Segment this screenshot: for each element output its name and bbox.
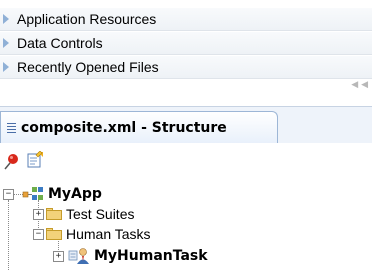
tab-structure[interactable]: composite.xml - Structure xyxy=(0,111,278,144)
tree-node-human-tasks[interactable]: − Human Tasks xyxy=(33,224,151,244)
human-task-icon xyxy=(68,247,90,265)
tree-node-label: MyApp xyxy=(48,186,102,202)
structure-tree: − MyApp + Test Suites − Human Tasks + My… xyxy=(0,182,372,275)
scroll-left-icon[interactable]: ◀ ◀ xyxy=(338,80,372,94)
accordion-recently-opened-files[interactable]: Recently Opened Files xyxy=(0,56,372,79)
collapse-toggle-icon[interactable]: − xyxy=(3,188,14,200)
expand-toggle-icon[interactable]: + xyxy=(33,208,44,220)
structure-tab-bar: composite.xml - Structure xyxy=(0,106,372,144)
folder-icon xyxy=(46,228,62,240)
structure-toolbar xyxy=(0,143,372,177)
structure-icon xyxy=(5,121,17,135)
expand-toggle-icon[interactable]: + xyxy=(53,250,64,262)
panel-divider xyxy=(0,96,372,106)
accordion-data-controls[interactable]: Data Controls xyxy=(0,32,372,55)
accordion-label: Data Controls xyxy=(17,35,103,51)
edit-properties-icon[interactable] xyxy=(26,150,44,169)
accordion-label: Application Resources xyxy=(17,11,157,27)
tree-node-myapp[interactable]: − MyApp xyxy=(3,184,102,204)
folder-icon xyxy=(46,208,62,220)
tab-label: composite.xml - Structure xyxy=(21,120,227,136)
accordion-application-resources[interactable]: Application Resources xyxy=(0,8,372,31)
tree-node-label: Test Suites xyxy=(66,206,135,222)
pin-icon[interactable] xyxy=(3,153,19,171)
expand-triangle-icon xyxy=(3,38,9,48)
tree-guide-line xyxy=(8,200,9,270)
tree-node-label: Human Tasks xyxy=(66,226,151,242)
expand-triangle-icon xyxy=(3,14,9,24)
accordion-label: Recently Opened Files xyxy=(17,59,159,75)
collapse-toggle-icon[interactable]: − xyxy=(33,228,44,240)
navigator-panel: Application Resources Data Controls Rece… xyxy=(0,0,372,96)
expand-triangle-icon xyxy=(3,62,9,72)
tree-node-label: MyHumanTask xyxy=(94,248,208,264)
composite-app-icon xyxy=(22,186,44,202)
tree-node-myhumantask[interactable]: + MyHumanTask xyxy=(53,246,208,266)
tree-node-test-suites[interactable]: + Test Suites xyxy=(33,204,134,224)
